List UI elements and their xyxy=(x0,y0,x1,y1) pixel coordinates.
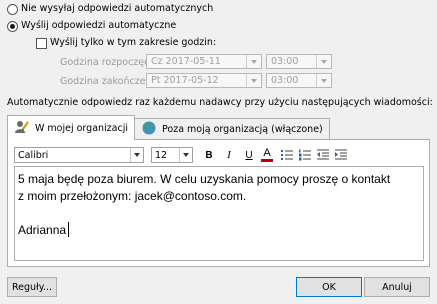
font-size-value: 12 xyxy=(155,149,168,161)
send-auto-reply-radio[interactable] xyxy=(7,21,18,32)
chevron-down-icon xyxy=(130,148,143,162)
chevron-down-icon xyxy=(246,74,261,87)
end-time-value: 03:00 xyxy=(271,75,299,86)
underline-button[interactable]: U xyxy=(242,148,256,162)
message-line-1: 5 maja będę poza biurem. W celu uzyskani… xyxy=(18,172,391,186)
text-cursor xyxy=(68,222,69,237)
bold-button[interactable]: B xyxy=(202,148,216,162)
font-color-button[interactable]: A xyxy=(260,146,274,163)
start-time-dropdown[interactable]: 03:00 xyxy=(266,54,332,69)
bullets-icon xyxy=(281,150,293,160)
end-date-value: Pt 2017-05-12 xyxy=(151,75,219,86)
tab-outside-organization[interactable]: Poza moją organizacją (włączone) xyxy=(134,118,330,140)
start-date-value: Cz 2017-05-11 xyxy=(151,56,221,67)
message-editor[interactable]: 5 maja będę poza biurem. W celu uzyskani… xyxy=(14,166,424,261)
font-color-bar xyxy=(261,159,273,162)
numbering-button[interactable] xyxy=(298,148,312,162)
underline-label: U xyxy=(245,149,253,161)
numbering-icon xyxy=(299,149,311,161)
font-family-dropdown[interactable]: Calibri xyxy=(14,147,144,163)
increase-indent-icon xyxy=(335,149,347,160)
end-date-dropdown[interactable]: Pt 2017-05-12 xyxy=(146,73,262,88)
cancel-button-label: Anuluj xyxy=(382,281,412,293)
bullets-button[interactable] xyxy=(280,148,294,162)
ok-button[interactable]: OK xyxy=(296,277,362,297)
decrease-indent-button[interactable] xyxy=(316,148,330,162)
ok-button-label: OK xyxy=(322,281,336,293)
font-size-dropdown[interactable]: 12 xyxy=(151,147,193,163)
person-icon xyxy=(14,119,30,138)
chevron-down-icon xyxy=(246,55,261,68)
chevron-down-icon xyxy=(316,74,331,87)
chevron-down-icon xyxy=(316,55,331,68)
send-auto-reply-label: Wyślij odpowiedzi automatyczne xyxy=(21,20,177,31)
end-time-dropdown[interactable]: 03:00 xyxy=(266,73,332,88)
bold-label: B xyxy=(205,149,213,161)
increase-indent-button[interactable] xyxy=(334,148,348,162)
font-family-value: Calibri xyxy=(18,149,49,161)
decrease-indent-icon xyxy=(317,149,329,160)
italic-label: I xyxy=(227,149,231,161)
rules-button[interactable]: Reguły... xyxy=(7,277,57,297)
reply-caption: Automatycznie odpowiedz raz każdemu nada… xyxy=(7,97,433,108)
cancel-button[interactable]: Anuluj xyxy=(364,277,430,297)
no-auto-reply-radio[interactable] xyxy=(7,4,18,15)
message-line-2: z moim przełożonym: jacek@contoso.com. xyxy=(18,189,247,203)
start-time-value: 03:00 xyxy=(271,56,299,67)
chevron-down-icon xyxy=(179,148,192,162)
tab-inside-organization-label: W mojej organizacji xyxy=(35,122,128,134)
message-signature: Adrianna xyxy=(18,223,67,237)
only-in-range-checkbox[interactable] xyxy=(36,38,47,49)
start-date-dropdown[interactable]: Cz 2017-05-11 xyxy=(146,54,262,69)
no-auto-reply-label: Nie wysyłaj odpowiedzi automatycznych xyxy=(21,3,214,14)
font-color-label: A xyxy=(263,147,271,159)
only-in-range-label: Wyślij tylko w tym zakresie godzin: xyxy=(50,37,217,48)
tab-outside-organization-label: Poza moją organizacją (włączone) xyxy=(162,124,323,135)
globe-icon xyxy=(141,120,157,139)
italic-button[interactable]: I xyxy=(222,148,236,162)
tab-inside-organization[interactable]: W mojej organizacji xyxy=(7,115,135,140)
rules-button-label: Reguły... xyxy=(11,281,53,293)
